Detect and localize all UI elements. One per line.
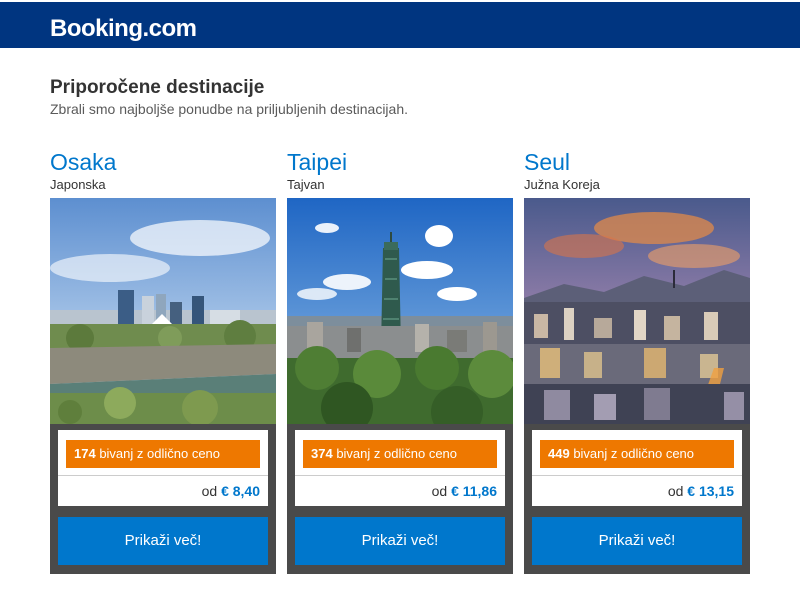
price-from: od € 8,40 [201, 483, 260, 499]
offer-panel: 449 bivanj z odlično ceno od € 13,15 Pri… [524, 424, 750, 574]
destination-photo-seul[interactable] [524, 198, 750, 424]
offer-divider [532, 475, 742, 476]
deals-badge: 174 bivanj z odlično ceno [66, 440, 260, 468]
destination-photo-osaka[interactable] [50, 198, 276, 424]
price-amount: € 11,86 [451, 483, 497, 499]
offer-panel: 174 bivanj z odlično ceno od € 8,40 Prik… [50, 424, 276, 574]
offer-box: 449 bivanj z odlično ceno od € 13,15 [532, 430, 742, 506]
offer-divider [58, 475, 268, 476]
price-amount: € 13,15 [687, 483, 734, 499]
destination-city[interactable]: Taipei [287, 149, 347, 175]
destination-card-seul[interactable]: Seul Južna Koreja 449 bivanj z odlično c… [524, 149, 750, 574]
destination-city[interactable]: Seul [524, 149, 570, 175]
price-amount: € 8,40 [221, 483, 260, 499]
show-more-button[interactable]: Prikaži več! [532, 517, 742, 565]
destination-city[interactable]: Osaka [50, 149, 116, 175]
section-subtitle: Zbrali smo najboljše ponudbe na priljubl… [50, 101, 408, 117]
destination-card-osaka[interactable]: Osaka Japonska 174 bivanj z odlično ceno… [50, 149, 276, 574]
show-more-button[interactable]: Prikaži več! [58, 517, 268, 565]
destination-country: Japonska [50, 177, 106, 192]
deals-badge: 374 bivanj z odlično ceno [303, 440, 497, 468]
show-more-button[interactable]: Prikaži več! [295, 517, 505, 565]
destination-card-taipei[interactable]: Taipei Tajvan 374 bivanj z odlično ceno … [287, 149, 513, 574]
booking-logo[interactable]: Booking.com [50, 17, 197, 41]
top-header-bar: Booking.com [0, 0, 800, 48]
offer-box: 374 bivanj z odlično ceno od € 11,86 [295, 430, 505, 506]
destination-country: Tajvan [287, 177, 325, 192]
offer-divider [295, 475, 505, 476]
destination-photo-taipei[interactable] [287, 198, 513, 424]
deals-badge: 449 bivanj z odlično ceno [540, 440, 734, 468]
price-from: od € 13,15 [667, 483, 734, 499]
destination-country: Južna Koreja [524, 177, 600, 192]
offer-box: 174 bivanj z odlično ceno od € 8,40 [58, 430, 268, 506]
price-from: od € 11,86 [431, 483, 497, 499]
section-title: Priporočene destinacije [50, 77, 265, 98]
offer-panel: 374 bivanj z odlično ceno od € 11,86 Pri… [287, 424, 513, 574]
